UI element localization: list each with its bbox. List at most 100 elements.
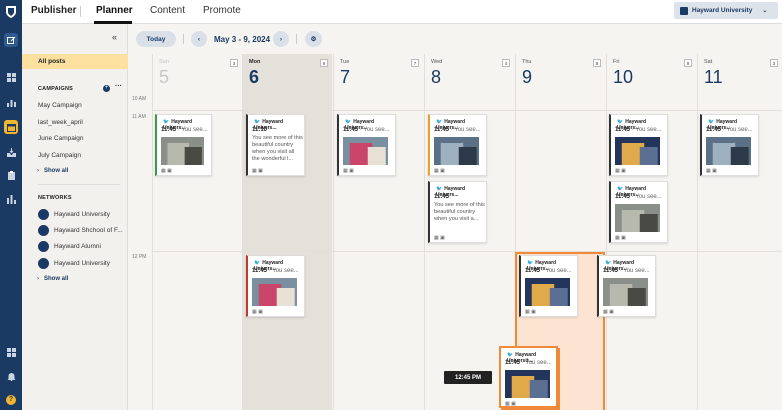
network-avatar-icon bbox=[38, 209, 49, 220]
day-name: Tue bbox=[340, 59, 350, 65]
campaign-item[interactable]: last_week_april bbox=[38, 119, 83, 126]
day-column[interactable] bbox=[152, 54, 242, 410]
scheduled-post-card[interactable]: 🐦 Hayward Univers... 11:10 You see more of … bbox=[246, 114, 305, 176]
post-preview: · You see... bbox=[268, 268, 299, 274]
post-image-thumbnail bbox=[252, 278, 297, 306]
calendar-icon[interactable] bbox=[4, 120, 18, 134]
calendar-toolbar: Today ‹ May 3 - 9, 2024 › ⚙ bbox=[128, 24, 782, 54]
post-preview: · You see... bbox=[541, 268, 572, 274]
add-campaign-icon[interactable]: + bbox=[103, 85, 110, 92]
day-column[interactable] bbox=[697, 54, 782, 410]
post-time: 11:45 · You see... bbox=[343, 127, 390, 133]
network-label: Hayward Alumni bbox=[54, 243, 101, 250]
chevron-right-icon: › bbox=[37, 168, 39, 174]
today-button[interactable]: Today bbox=[136, 31, 176, 47]
scheduled-post-card[interactable]: 🐦 Hayward Univers... 11:45 · You see... ▦ ▣ bbox=[246, 255, 305, 317]
clipboard-icon[interactable] bbox=[4, 168, 18, 182]
post-status-icons: ▦ ▣ bbox=[706, 168, 717, 174]
chevron-right-icon: › bbox=[279, 35, 283, 43]
logo-shield-icon[interactable] bbox=[4, 4, 18, 18]
scheduled-post-card[interactable]: 🐦 Hayward Univers... 11:45 · You see... ▦ ▣ bbox=[337, 114, 396, 176]
network-avatar-icon bbox=[38, 258, 49, 269]
day-number: 10 bbox=[613, 67, 634, 87]
chevron-down-icon: ⌄ bbox=[762, 8, 768, 14]
day-column[interactable] bbox=[333, 54, 423, 410]
campaign-item[interactable]: July Campaign bbox=[38, 152, 81, 159]
day-number: 11 bbox=[704, 67, 723, 87]
scheduled-post-card[interactable]: 🐦 Hayward Univers... 11:45 · You see... ▦ ▣ bbox=[155, 114, 212, 176]
collapse-sidebar-icon[interactable]: « bbox=[112, 32, 117, 42]
show-all-campaigns-link[interactable]: Show all bbox=[44, 168, 68, 174]
tab-content[interactable]: Content bbox=[150, 5, 185, 16]
more-options-icon[interactable]: ··· bbox=[115, 83, 122, 90]
post-preview: · You see... bbox=[631, 194, 662, 200]
post-count-badge: 4 bbox=[502, 59, 510, 67]
notifications-bell-icon[interactable] bbox=[4, 369, 18, 383]
dashboard-icon[interactable] bbox=[4, 70, 18, 84]
app-rail: ? bbox=[0, 0, 22, 410]
network-item[interactable]: Hayward University bbox=[38, 258, 110, 269]
org-name: Hayward University bbox=[692, 7, 753, 14]
prev-week-button[interactable]: ‹ bbox=[191, 31, 207, 47]
post-status-icons: ▦ ▣ bbox=[615, 168, 626, 174]
network-item[interactable]: Hayward University bbox=[38, 209, 110, 220]
post-time: 11:45 · You see... bbox=[603, 268, 650, 274]
network-item[interactable]: Hayward Shchool of F... bbox=[38, 225, 123, 236]
post-image-thumbnail bbox=[615, 204, 660, 232]
day-column[interactable] bbox=[242, 54, 332, 410]
post-preview: · You see... bbox=[521, 360, 552, 366]
day-name: Mon bbox=[249, 59, 261, 65]
scheduled-post-card[interactable]: 🐦 Hayward Univers... 11:45 · You see... ▦ ▣ bbox=[519, 255, 578, 317]
all-posts-item[interactable]: All posts bbox=[22, 54, 128, 69]
post-time: 11:45 · You see... bbox=[615, 194, 662, 200]
post-time: 11:45 · You see... bbox=[434, 127, 481, 133]
post-image-thumbnail bbox=[525, 278, 570, 306]
brand-title: Publisher bbox=[31, 5, 77, 16]
org-selector[interactable]: Hayward University ⌄ bbox=[674, 2, 778, 19]
post-count-badge: 9 bbox=[684, 59, 692, 67]
inbox-icon[interactable] bbox=[4, 145, 18, 159]
day-number: 8 bbox=[431, 67, 442, 87]
scheduled-post-card[interactable]: 🐦 Hayward Univers... 11:45 · You see... ▦ ▣ bbox=[700, 114, 759, 176]
post-time-value: 11:45 bbox=[603, 268, 619, 274]
post-time-value: 11:45 bbox=[343, 127, 359, 133]
next-week-button[interactable]: › bbox=[273, 31, 289, 47]
time-label: 10 AM bbox=[132, 96, 147, 102]
settings-button[interactable]: ⚙ bbox=[305, 31, 322, 47]
post-time: 11:45 · You see... bbox=[161, 127, 208, 133]
day-number: 5 bbox=[159, 67, 170, 87]
post-status-icons: ▦ ▣ bbox=[603, 309, 614, 315]
show-all-networks-link[interactable]: Show all bbox=[44, 276, 68, 282]
network-avatar-icon bbox=[38, 225, 49, 236]
scheduled-post-card[interactable]: 🐦 Hayward Univers... 11:45 · You see... ▦ ▣ bbox=[609, 114, 668, 176]
toolbar-divider bbox=[296, 34, 297, 44]
tab-planner[interactable]: Planner bbox=[96, 5, 133, 16]
compose-icon[interactable] bbox=[4, 33, 18, 47]
campaign-item[interactable]: May Campaign bbox=[38, 102, 82, 109]
day-header: Mon 6 6 bbox=[242, 54, 332, 94]
time-label: 11 AM bbox=[132, 114, 146, 120]
post-text: You see more of this beautiful country w… bbox=[252, 135, 303, 162]
help-icon[interactable]: ? bbox=[4, 393, 18, 407]
scheduled-post-card[interactable]: 🐦 Hayward Universit... 11:45 · You see... ▦… bbox=[499, 346, 558, 408]
brand-divider bbox=[80, 6, 81, 17]
day-header: Thu 9 8 bbox=[515, 54, 605, 94]
post-status-icons: ▦ ▣ bbox=[505, 401, 516, 407]
post-status-icons: ▦ ▣ bbox=[252, 309, 263, 315]
scheduled-post-card[interactable]: 🐦 Hayward Univers... 11:45 · You see... ▦ ▣ bbox=[597, 255, 656, 317]
post-image-thumbnail bbox=[161, 137, 204, 165]
networks-header: NETWORKS bbox=[38, 195, 72, 201]
post-time-value: 11:45 bbox=[434, 127, 450, 133]
reports-chart-icon[interactable] bbox=[4, 192, 18, 206]
drag-time-tooltip: 12:45 PM bbox=[444, 371, 492, 384]
scheduled-post-card[interactable]: 🐦 Hayward Univers... 11:45 · You see... ▦ ▣ bbox=[609, 181, 668, 243]
analytics-bars-icon[interactable] bbox=[4, 95, 18, 109]
network-item[interactable]: Hayward Alumni bbox=[38, 241, 101, 252]
scheduled-post-card[interactable]: 🐦 Hayward Univers... 11:45 · You see... ▦ ▣ bbox=[428, 114, 487, 176]
apps-grid-icon[interactable] bbox=[4, 345, 18, 359]
campaign-item[interactable]: June Campaign bbox=[38, 135, 84, 142]
scheduled-post-card[interactable]: 🐦 Hayward Univers... 11:45 You see more of … bbox=[428, 181, 487, 243]
chevron-left-icon: ‹ bbox=[197, 35, 201, 43]
tab-promote[interactable]: Promote bbox=[203, 5, 241, 16]
post-image-thumbnail bbox=[603, 278, 648, 306]
